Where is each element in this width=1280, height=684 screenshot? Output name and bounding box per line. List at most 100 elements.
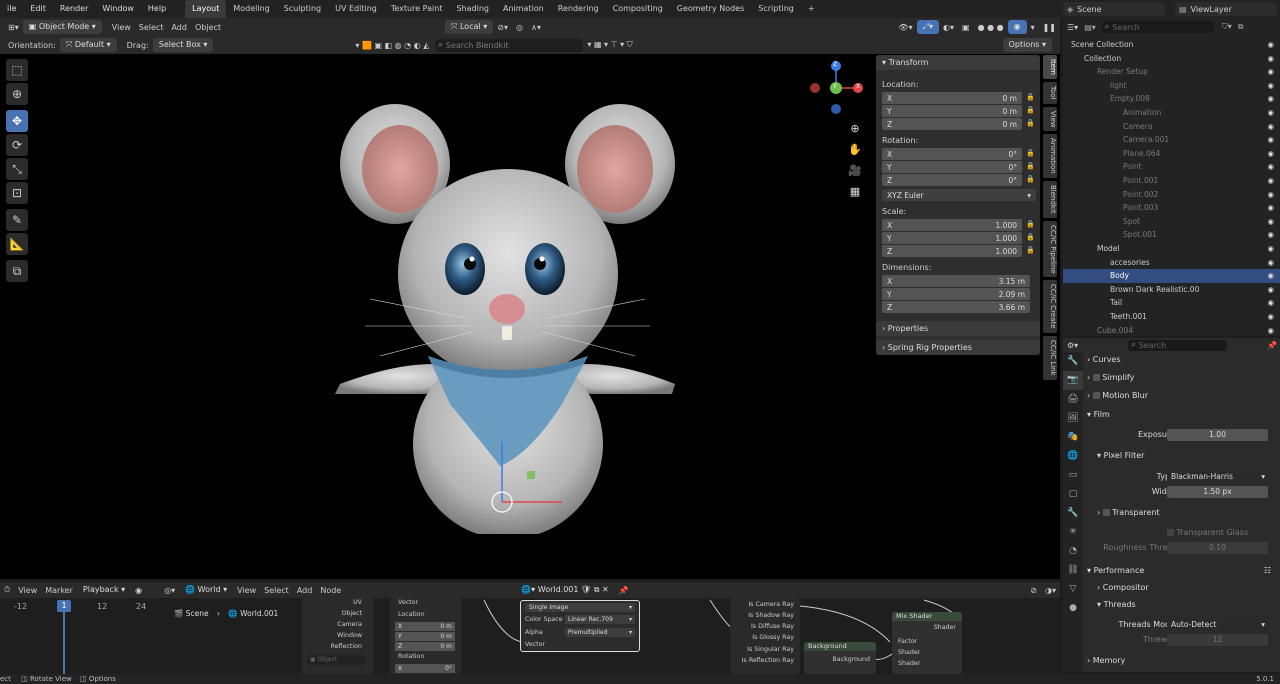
menu-help[interactable]: Help (141, 0, 173, 18)
lock-icon[interactable]: 🔒 (1026, 233, 1035, 241)
transparent-checkbox[interactable] (1102, 509, 1110, 516)
exposure-field[interactable]: 1.00 (1167, 429, 1268, 441)
threads-panel[interactable]: ▾ Threads (1097, 597, 1280, 613)
curves-panel[interactable]: › Curves (1087, 352, 1277, 368)
dimension-y-field[interactable]: Y 2.09 m (882, 288, 1030, 300)
outliner-row[interactable]: Empty.008 ◉ (1063, 92, 1280, 106)
color-space-dropdown[interactable]: Linear Rec.709 ▾ (565, 615, 635, 624)
tool-tab-icon[interactable]: 🔧 (1063, 352, 1083, 371)
properties-panel-header[interactable]: › Properties (876, 321, 1040, 336)
tab-ccic-link[interactable]: CC/IC Link (1043, 335, 1057, 380)
record-icon[interactable]: ◉ (131, 586, 146, 595)
workspace-tab-scripting[interactable]: Scripting (751, 0, 801, 18)
workspace-tab-compositing[interactable]: Compositing (606, 0, 670, 18)
visibility-toggle-icon[interactable]: ◉ (1267, 324, 1274, 338)
lock-icon[interactable]: 🔒 (1026, 246, 1035, 254)
visibility-toggle-icon[interactable]: ◉ (1267, 242, 1274, 256)
measure-icon[interactable]: 📐 (6, 233, 28, 255)
new-collection-icon[interactable]: ⧉ (1238, 22, 1244, 32)
blendkit-icons[interactable]: ▾ 🟧 ▣ ◧ ◍ ◔ ◐ ◭ (351, 41, 433, 50)
rotation-mode-dropdown[interactable]: XYZ Euler ▾ (882, 189, 1036, 201)
mapping-node[interactable]: Vector Location X0 m Y0 m Z0 m Rotation … (390, 598, 462, 674)
visibility-toggle-icon[interactable]: ◉ (1267, 65, 1274, 79)
visibility-toggle-icon[interactable]: ◉ (1267, 160, 1274, 174)
mapping-loc-y[interactable]: Y 0 m (395, 632, 455, 641)
lock-icon[interactable]: 🔒 (1026, 106, 1035, 114)
world-tab-icon[interactable]: 🌐 (1063, 447, 1083, 466)
outliner-row[interactable]: Cube.004 ◉ (1063, 324, 1280, 338)
node-editor-type-icon[interactable]: ◎▾ (160, 586, 179, 595)
visibility-toggle-icon[interactable]: ◉ (1267, 283, 1274, 297)
visibility-toggle-icon[interactable]: ◉ (1267, 52, 1274, 66)
outliner-row[interactable]: Body ◉ (1063, 269, 1280, 283)
motion-blur-checkbox[interactable] (1092, 392, 1100, 399)
constraints-tab-icon[interactable]: ⛓ (1063, 561, 1083, 580)
workspace-tab-modeling[interactable]: Modeling (226, 0, 276, 18)
timeline[interactable]: -12 1 12 24 (0, 598, 160, 674)
alpha-dropdown[interactable]: Premultiplied ▾ (565, 628, 635, 637)
simplify-checkbox[interactable] (1092, 374, 1100, 381)
outliner-row[interactable]: Point.001 ◉ (1063, 174, 1280, 188)
outliner-row[interactable]: Model ◉ (1063, 242, 1280, 256)
scene-selector[interactable]: ◈ Scene (1063, 2, 1165, 16)
tab-blendkit[interactable]: Blendkit (1043, 180, 1057, 218)
workspace-tab-rendering[interactable]: Rendering (551, 0, 606, 18)
ortho-grid-icon[interactable]: ▦ (846, 181, 864, 202)
simplify-panel[interactable]: › Simplify (1087, 370, 1277, 386)
outliner-row[interactable]: accesories ◉ (1063, 256, 1280, 270)
workspace-tab-texture-paint[interactable]: Texture Paint (384, 0, 450, 18)
current-frame-indicator[interactable]: 1 (57, 600, 71, 612)
interpolation-dropdown[interactable]: Single Image ▾ (525, 603, 635, 612)
overlay-icon[interactable]: ◐▾ (939, 23, 958, 32)
location-z-field[interactable]: Z 0 m (882, 118, 1022, 130)
film-panel[interactable]: ▾ Film (1087, 407, 1277, 423)
world-type-dropdown[interactable]: 🌐 World ▾ (179, 583, 234, 597)
scale-z-field[interactable]: Z 1.000 (882, 245, 1022, 257)
outliner-row[interactable]: Point.003 ◉ (1063, 201, 1280, 215)
outliner-row[interactable]: Spot ◉ (1063, 215, 1280, 229)
tab-animation[interactable]: Animation (1043, 134, 1057, 178)
visibility-toggle-icon[interactable]: ◉ (1267, 215, 1274, 229)
outliner-row[interactable]: Render Setup ◉ (1063, 65, 1280, 79)
workspace-tab-sculpting[interactable]: Sculpting (277, 0, 328, 18)
workspace-tab-uv-editing[interactable]: UV Editing (328, 0, 384, 18)
close-icon[interactable]: ✕ (602, 585, 609, 594)
editor-type-icon[interactable]: ⊞▾ (4, 23, 23, 32)
properties-search[interactable]: ⌕ Search (1128, 339, 1228, 351)
spring-rig-panel-header[interactable]: › Spring Rig Properties (876, 340, 1040, 355)
visibility-toggle-icon[interactable]: ◉ (1267, 106, 1274, 120)
outliner-row[interactable]: Point.002 ◉ (1063, 188, 1280, 202)
timeline-menu-view[interactable]: View (14, 586, 41, 595)
scene-tab-icon[interactable]: 🎭 (1063, 428, 1083, 447)
rotation-y-field[interactable]: Y 0° (882, 161, 1022, 173)
output-tab-icon[interactable]: 🖨 (1063, 390, 1083, 409)
transparent-glass-checkbox[interactable] (1167, 529, 1174, 536)
view-layer-selector[interactable]: ▤ ViewLayer (1175, 2, 1277, 16)
menu-edit[interactable]: Edit (23, 0, 53, 18)
transform-icon[interactable]: ⊡ (6, 182, 28, 204)
rotation-z-field[interactable]: Z 0° (882, 174, 1022, 186)
memory-panel[interactable]: › Memory (1087, 653, 1277, 669)
mode-dropdown[interactable]: ▣ Object Mode ▾ (22, 20, 102, 34)
physics-tab-icon[interactable]: ◔ (1063, 542, 1083, 561)
backdrop-icon[interactable]: ◑▾ (1041, 586, 1060, 595)
proportional-edit-icon[interactable]: ◎ (512, 23, 527, 32)
tab-view[interactable]: View (1043, 106, 1057, 132)
visibility-icon[interactable]: 👁▾ (894, 23, 916, 32)
menu-window[interactable]: Window (95, 0, 141, 18)
select-box-icon[interactable]: ⬚ (6, 59, 28, 81)
light-path-node[interactable]: Is Camera Ray Is Shadow Ray Is Diffuse R… (730, 598, 800, 674)
motion-blur-panel[interactable]: › Motion Blur (1087, 388, 1277, 404)
navigation-gizmo[interactable]: Z Y X (806, 58, 866, 118)
menu-file[interactable]: ile (0, 0, 23, 18)
image-texture-node[interactable]: Single Image ▾ Color Space Linear Rec.709… (520, 600, 640, 652)
filter-type-dropdown[interactable]: Blackman-Harris ▾ (1167, 471, 1268, 483)
outliner-row[interactable]: Teeth.001 ◉ (1063, 310, 1280, 324)
workspace-tab-geometry-nodes[interactable]: Geometry Nodes (670, 0, 751, 18)
collection-tab-icon[interactable]: ▭ (1063, 466, 1083, 485)
node-menu-select[interactable]: Select (260, 586, 293, 595)
viewport-menu-add[interactable]: Add (167, 23, 191, 32)
world-datablock[interactable]: 🌐▾ World.001 🛡 ⧉ ✕ (515, 583, 615, 597)
tab-ccic-create[interactable]: CC/IC Create (1043, 280, 1057, 333)
lock-icon[interactable]: 🔒 (1026, 220, 1035, 228)
